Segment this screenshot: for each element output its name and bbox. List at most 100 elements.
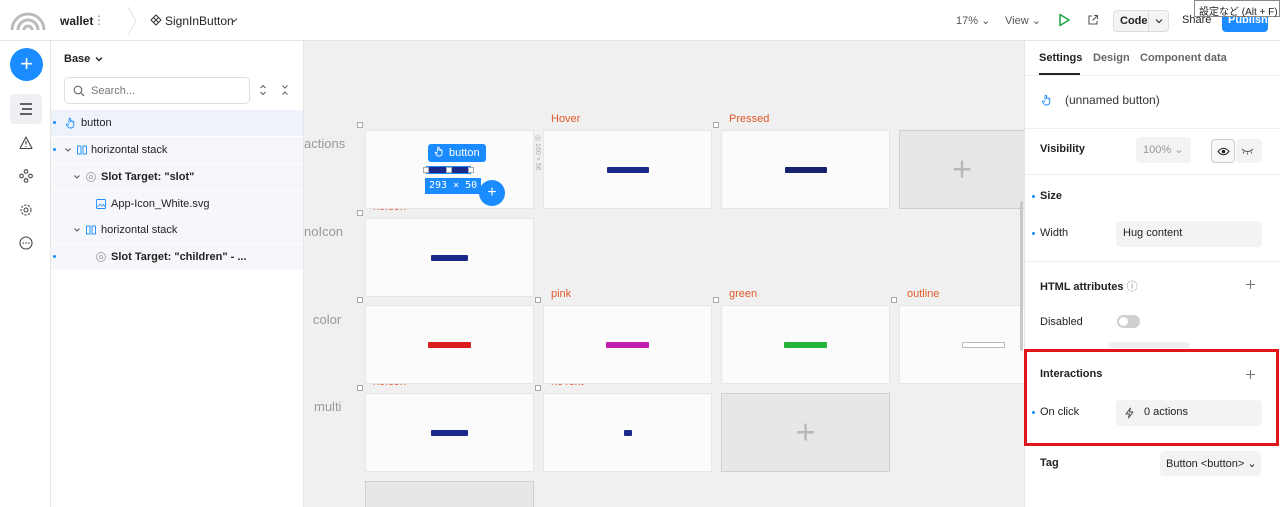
base-variant-label[interactable]: Base [64, 53, 90, 65]
variant-frame-noicon[interactable] [366, 219, 533, 296]
eye-off-icon [1241, 148, 1254, 155]
add-variant-frame[interactable] [366, 482, 533, 507]
layer-item-label: horizontal stack [91, 144, 168, 156]
variant-frame-pressed[interactable] [722, 131, 889, 208]
chevron-down-icon[interactable] [94, 54, 104, 64]
tab-design[interactable]: Design [1093, 52, 1130, 64]
hidden-toggle-button[interactable] [1236, 139, 1262, 163]
rail-more-button[interactable] [10, 228, 42, 258]
variant-frame-pink[interactable] [544, 306, 711, 383]
variant-frame-red[interactable] [366, 306, 533, 383]
columns-icon [77, 145, 87, 155]
button-preview [785, 167, 827, 173]
resize-handle[interactable] [468, 167, 474, 173]
expand-all-icon[interactable] [258, 84, 268, 96]
component-name[interactable]: SignInButton [165, 14, 234, 28]
zoom-select[interactable]: 17% ⌄ [956, 14, 990, 27]
disabled-toggle[interactable] [1117, 315, 1140, 328]
frame-handle[interactable] [357, 210, 363, 216]
chevron-down-icon[interactable] [73, 173, 81, 181]
view-select[interactable]: View ⌄ [1005, 14, 1041, 27]
layer-item-horizontal-stack[interactable]: horizontal stack [51, 137, 303, 163]
frame-handle[interactable] [357, 122, 363, 128]
layer-item-image[interactable]: App-Icon_White.svg [51, 191, 303, 217]
divider [1025, 174, 1280, 175]
rail-layers-button[interactable] [10, 94, 42, 124]
visibility-select[interactable]: 100% ⌄ [1136, 137, 1191, 163]
add-variant-frame[interactable]: + [900, 131, 1024, 208]
code-button[interactable]: Code [1113, 10, 1169, 32]
frame-handle[interactable] [357, 385, 363, 391]
rail-components-button[interactable] [10, 161, 42, 191]
width-field[interactable]: Hug content [1116, 221, 1262, 247]
frame-handle[interactable] [713, 297, 719, 303]
search-input[interactable] [91, 82, 241, 99]
frame-handle[interactable] [357, 297, 363, 303]
tab-component-data[interactable]: Component data [1140, 52, 1227, 64]
variant-frame-green[interactable] [722, 306, 889, 383]
app-name[interactable]: wallet [60, 14, 93, 28]
layer-item-slot-target[interactable]: Slot Target: "children" - ... [51, 244, 303, 270]
visible-toggle-button[interactable] [1211, 139, 1235, 163]
code-button-divider [1148, 11, 1149, 31]
chevron-down-icon[interactable] [64, 146, 72, 154]
frame-label-pressed[interactable]: Pressed [729, 113, 769, 125]
layer-item-slot-target[interactable]: Slot Target: "slot" [51, 164, 303, 190]
tab-settings[interactable]: Settings [1039, 52, 1082, 64]
component-title[interactable]: (unnamed button) [1065, 93, 1160, 107]
layer-search[interactable] [64, 77, 250, 104]
top-bar: wallet ⋮ SignInButton 17% ⌄ View ⌄ Code … [0, 0, 1280, 41]
divider [1025, 75, 1280, 76]
eye-icon [1217, 147, 1230, 156]
chevron-down-icon[interactable] [73, 226, 81, 234]
frame-label-green[interactable]: green [729, 288, 757, 300]
image-icon [96, 199, 106, 209]
hand-icon [1041, 94, 1051, 106]
layer-indicator-dot [53, 255, 56, 258]
canvas-scrollbar[interactable] [1020, 201, 1023, 351]
plus-icon: + [952, 150, 972, 188]
frame-handle[interactable] [535, 297, 541, 303]
collapse-all-icon[interactable] [280, 84, 290, 96]
frame-handle[interactable] [535, 385, 541, 391]
layer-item-button[interactable]: button [51, 110, 303, 136]
info-icon[interactable]: ⓘ [1127, 281, 1138, 293]
frame-label-hover[interactable]: Hover [551, 113, 580, 125]
frame-label-outline[interactable]: outline [907, 288, 939, 300]
layer-item-horizontal-stack[interactable]: horizontal stack [51, 217, 303, 243]
external-link-icon[interactable] [1087, 14, 1099, 26]
chevron-down-icon[interactable] [1154, 16, 1164, 26]
breadcrumb-separator-icon [127, 6, 137, 36]
toggle-knob [1119, 317, 1128, 326]
chevron-down-icon[interactable] [229, 15, 239, 25]
tag-label: Tag [1040, 457, 1059, 469]
variant-frame-notext[interactable] [544, 394, 711, 471]
resize-handle[interactable] [446, 167, 452, 173]
hand-icon [434, 146, 443, 157]
variant-frame-outline[interactable] [900, 306, 1024, 383]
layer-indicator-dot [53, 148, 56, 151]
code-button-label: Code [1120, 15, 1148, 27]
selection-size: 293 × 50 [425, 178, 482, 194]
size-section-title: Size [1040, 190, 1063, 202]
add-element-button[interactable]: + [10, 48, 43, 81]
resize-handle[interactable] [423, 167, 429, 173]
variant-frame-hover[interactable] [544, 131, 711, 208]
canvas[interactable]: actions noIcon color multi Hover Pressed… [304, 41, 1024, 507]
variant-frame-multi-noicon[interactable] [366, 394, 533, 471]
add-child-button[interactable]: + [479, 180, 505, 206]
layer-item-label: App-Icon_White.svg [111, 198, 210, 210]
frame-handle[interactable] [713, 122, 719, 128]
rail-warnings-button[interactable] [10, 128, 42, 158]
frame-handle[interactable] [891, 297, 897, 303]
rail-settings-button[interactable] [10, 195, 42, 225]
tag-select[interactable]: Button <button> ⌄ [1160, 451, 1261, 476]
add-variant-frame[interactable]: + [722, 394, 889, 471]
add-html-attribute-icon[interactable] [1245, 279, 1256, 290]
app-menu-icon[interactable]: ⋮ [93, 13, 105, 27]
frame-label-pink[interactable]: pink [551, 288, 571, 300]
frame-measure: ◎ 160 × 56 [534, 135, 541, 171]
app-logo-icon[interactable] [10, 8, 46, 32]
layers-icon [20, 103, 32, 115]
play-icon[interactable] [1057, 13, 1071, 27]
